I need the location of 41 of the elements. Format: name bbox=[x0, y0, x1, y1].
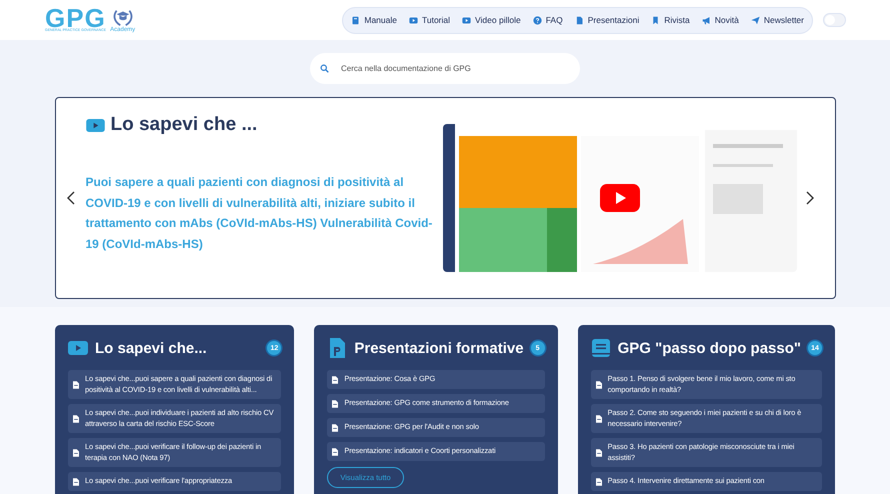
nav-link[interactable]: Newsletter bbox=[750, 15, 804, 25]
document-icon bbox=[596, 414, 602, 422]
search-field[interactable]: Cerca nella documentazione di GPG bbox=[310, 53, 580, 84]
nav-link[interactable]: Rivista bbox=[651, 15, 690, 25]
bookmark-icon bbox=[651, 16, 660, 24]
nav-link[interactable]: Novità bbox=[702, 15, 739, 25]
nav-link[interactable]: Manuale bbox=[351, 15, 397, 25]
document-icon bbox=[73, 380, 79, 388]
book-icon bbox=[590, 338, 611, 358]
nav-link[interactable]: Presentazioni bbox=[574, 15, 640, 25]
document-icon bbox=[73, 478, 79, 486]
help-icon bbox=[532, 16, 542, 24]
document-icon bbox=[596, 448, 602, 456]
card-title: Presentazioni formative bbox=[354, 340, 524, 356]
card-title: Lo sapevi che... bbox=[95, 340, 207, 356]
document-icon bbox=[596, 478, 602, 486]
document-icon bbox=[73, 448, 79, 456]
play-button-icon[interactable] bbox=[600, 184, 640, 212]
document-icon bbox=[332, 424, 338, 432]
document-icon bbox=[73, 414, 79, 422]
document-icon bbox=[332, 448, 338, 456]
document-icon bbox=[596, 380, 602, 388]
logo-wordmark: GPG bbox=[45, 7, 106, 29]
book-icon bbox=[351, 16, 360, 24]
search-icon bbox=[320, 64, 329, 73]
nav-link[interactable]: FAQ bbox=[532, 15, 563, 25]
play-icon bbox=[462, 16, 472, 24]
play-icon bbox=[408, 16, 418, 24]
nav-link[interactable]: Tutorial bbox=[408, 15, 450, 25]
document-icon bbox=[332, 400, 338, 408]
video-icon bbox=[86, 118, 104, 132]
document-icon bbox=[574, 16, 584, 24]
megaphone-icon bbox=[702, 16, 711, 24]
send-icon bbox=[750, 16, 760, 24]
nav-link[interactable]: Video pillole bbox=[462, 15, 521, 25]
card-title: GPG "passo dopo passo" bbox=[618, 340, 801, 356]
presentation-file-icon bbox=[327, 338, 348, 358]
dark-mode-toggle[interactable] bbox=[823, 13, 846, 27]
document-icon bbox=[332, 376, 338, 384]
video-icon bbox=[68, 338, 88, 358]
carousel-title: Lo sapevi che ... bbox=[110, 114, 258, 136]
